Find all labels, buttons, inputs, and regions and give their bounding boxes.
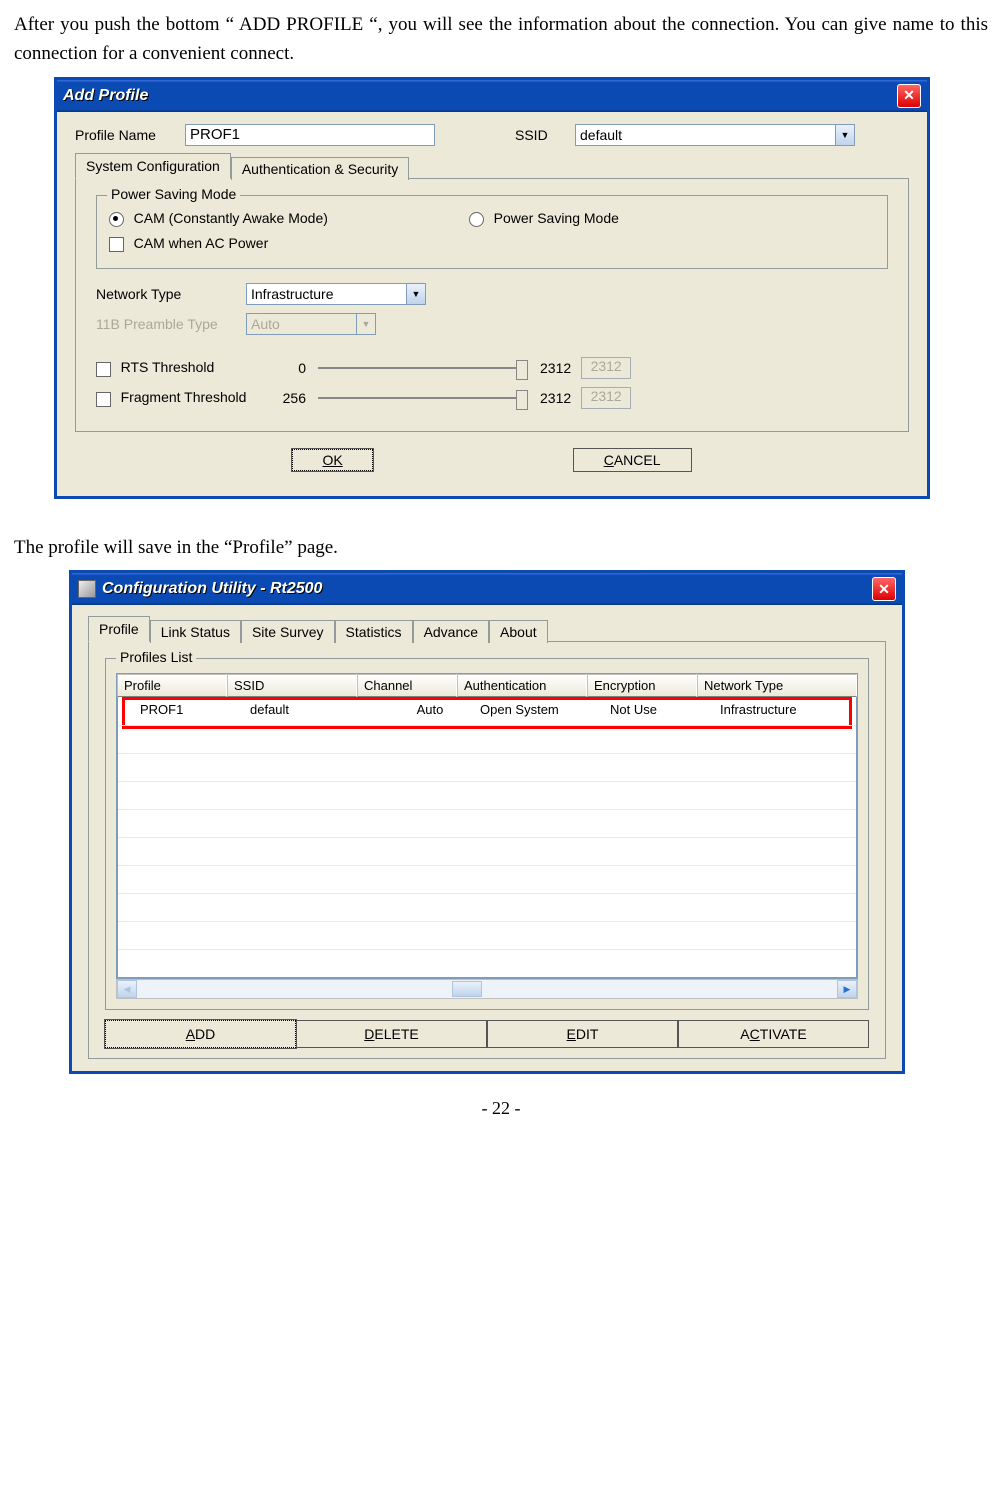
- col-nettype[interactable]: Network Type: [697, 674, 857, 697]
- ssid-input[interactable]: [575, 124, 855, 146]
- edit-button[interactable]: EDIT: [487, 1020, 678, 1048]
- frag-value: 2312: [581, 387, 631, 409]
- col-encryption[interactable]: Encryption: [587, 674, 697, 697]
- close-icon[interactable]: ✕: [872, 577, 896, 601]
- col-auth[interactable]: Authentication: [457, 674, 587, 697]
- cell: Auto: [380, 702, 480, 717]
- col-profile[interactable]: Profile: [117, 674, 227, 697]
- ssid-label: SSID: [515, 127, 575, 143]
- network-type-input[interactable]: [246, 283, 426, 305]
- titlebar[interactable]: Add Profile ✕: [57, 80, 927, 112]
- tab-profile[interactable]: Profile: [88, 616, 150, 642]
- frag-slider[interactable]: [318, 388, 528, 408]
- table-row[interactable]: PROF1 default Auto Open System Not Use I…: [118, 699, 856, 720]
- scroll-left-icon[interactable]: ◀: [117, 980, 137, 998]
- network-type-label: Network Type: [96, 286, 246, 302]
- add-button[interactable]: ADD: [105, 1020, 296, 1048]
- cell: default: [250, 702, 380, 717]
- group-legend: Power Saving Mode: [107, 186, 240, 202]
- checkbox-cam-ac[interactable]: CAM when AC Power: [109, 235, 268, 252]
- cancel-button[interactable]: CANCEL: [573, 448, 692, 472]
- checkbox-icon: [96, 362, 111, 377]
- power-saving-group: Power Saving Mode CAM (Constantly Awake …: [96, 195, 888, 269]
- tab-about[interactable]: About: [489, 620, 548, 643]
- window-title: Add Profile: [63, 87, 897, 105]
- rts-min: 0: [266, 360, 306, 376]
- preamble-label: 11B Preamble Type: [96, 316, 246, 332]
- tab-site-survey[interactable]: Site Survey: [241, 620, 335, 643]
- chevron-down-icon[interactable]: ▼: [835, 125, 854, 145]
- rts-slider[interactable]: [318, 358, 528, 378]
- tab-page: Profiles List Profile SSID Channel Authe…: [88, 641, 886, 1059]
- ssid-combo[interactable]: ▼: [575, 124, 855, 146]
- cell: PROF1: [124, 702, 250, 717]
- cell: Open System: [480, 702, 610, 717]
- tabs: Profile Link Status Site Survey Statisti…: [88, 615, 886, 641]
- frag-max: 2312: [540, 390, 571, 406]
- radio-icon: [469, 212, 484, 227]
- button-row: ADD DELETE EDIT ACTIVATE: [105, 1020, 869, 1048]
- delete-button[interactable]: DELETE: [296, 1020, 487, 1048]
- cell: Not Use: [610, 702, 720, 717]
- tab-auth-security[interactable]: Authentication & Security: [231, 157, 409, 180]
- radio-cam[interactable]: CAM (Constantly Awake Mode): [109, 210, 469, 227]
- profile-name-input[interactable]: [185, 124, 435, 146]
- rts-max: 2312: [540, 360, 571, 376]
- app-icon: [78, 580, 96, 598]
- checkbox-icon: [96, 392, 111, 407]
- window-title: Configuration Utility - Rt2500: [102, 580, 872, 598]
- tab-page: Power Saving Mode CAM (Constantly Awake …: [75, 178, 909, 432]
- radio-psm[interactable]: Power Saving Mode: [469, 210, 619, 227]
- rts-value: 2312: [581, 357, 631, 379]
- network-type-combo[interactable]: ▼: [246, 283, 426, 305]
- intro-text: After you push the bottom “ ADD PROFILE …: [14, 10, 988, 69]
- tab-link-status[interactable]: Link Status: [150, 620, 241, 643]
- scroll-thumb[interactable]: [452, 981, 482, 997]
- ok-button[interactable]: OK: [292, 449, 372, 471]
- tabs: System Configuration Authentication & Se…: [75, 152, 909, 178]
- activate-button[interactable]: ACTIVATE: [678, 1020, 869, 1048]
- config-utility-window: Configuration Utility - Rt2500 ✕ Profile…: [69, 570, 905, 1074]
- col-channel[interactable]: Channel: [357, 674, 457, 697]
- list-header: Profile SSID Channel Authentication Encr…: [117, 674, 857, 697]
- profile-name-label: Profile Name: [75, 127, 185, 143]
- checkbox-icon: [109, 237, 124, 252]
- titlebar[interactable]: Configuration Utility - Rt2500 ✕: [72, 573, 902, 605]
- tab-system-configuration[interactable]: System Configuration: [75, 153, 231, 179]
- chevron-down-icon[interactable]: ▼: [406, 284, 425, 304]
- tab-statistics[interactable]: Statistics: [335, 620, 413, 643]
- group-legend: Profiles List: [116, 649, 196, 665]
- page-number: - 22 -: [14, 1098, 988, 1119]
- add-profile-window: Add Profile ✕ Profile Name SSID ▼ System…: [54, 77, 930, 499]
- preamble-combo: ▼: [246, 313, 376, 335]
- mid-text: The profile will save in the “Profile” p…: [14, 533, 988, 562]
- chevron-down-icon: ▼: [356, 314, 375, 334]
- close-icon[interactable]: ✕: [897, 84, 921, 108]
- checkbox-fragment[interactable]: Fragment Threshold: [96, 389, 266, 406]
- col-ssid[interactable]: SSID: [227, 674, 357, 697]
- profiles-list-group: Profiles List Profile SSID Channel Authe…: [105, 658, 869, 1010]
- gridlines: [118, 721, 856, 977]
- frag-min: 256: [266, 390, 306, 406]
- radio-icon: [109, 212, 124, 227]
- scroll-right-icon[interactable]: ▶: [837, 980, 857, 998]
- tab-advance[interactable]: Advance: [413, 620, 489, 643]
- cell: Infrastructure: [720, 702, 850, 717]
- horizontal-scrollbar[interactable]: ◀ ▶: [116, 979, 858, 999]
- checkbox-rts[interactable]: RTS Threshold: [96, 359, 266, 376]
- list-body[interactable]: PROF1 default Auto Open System Not Use I…: [117, 697, 857, 978]
